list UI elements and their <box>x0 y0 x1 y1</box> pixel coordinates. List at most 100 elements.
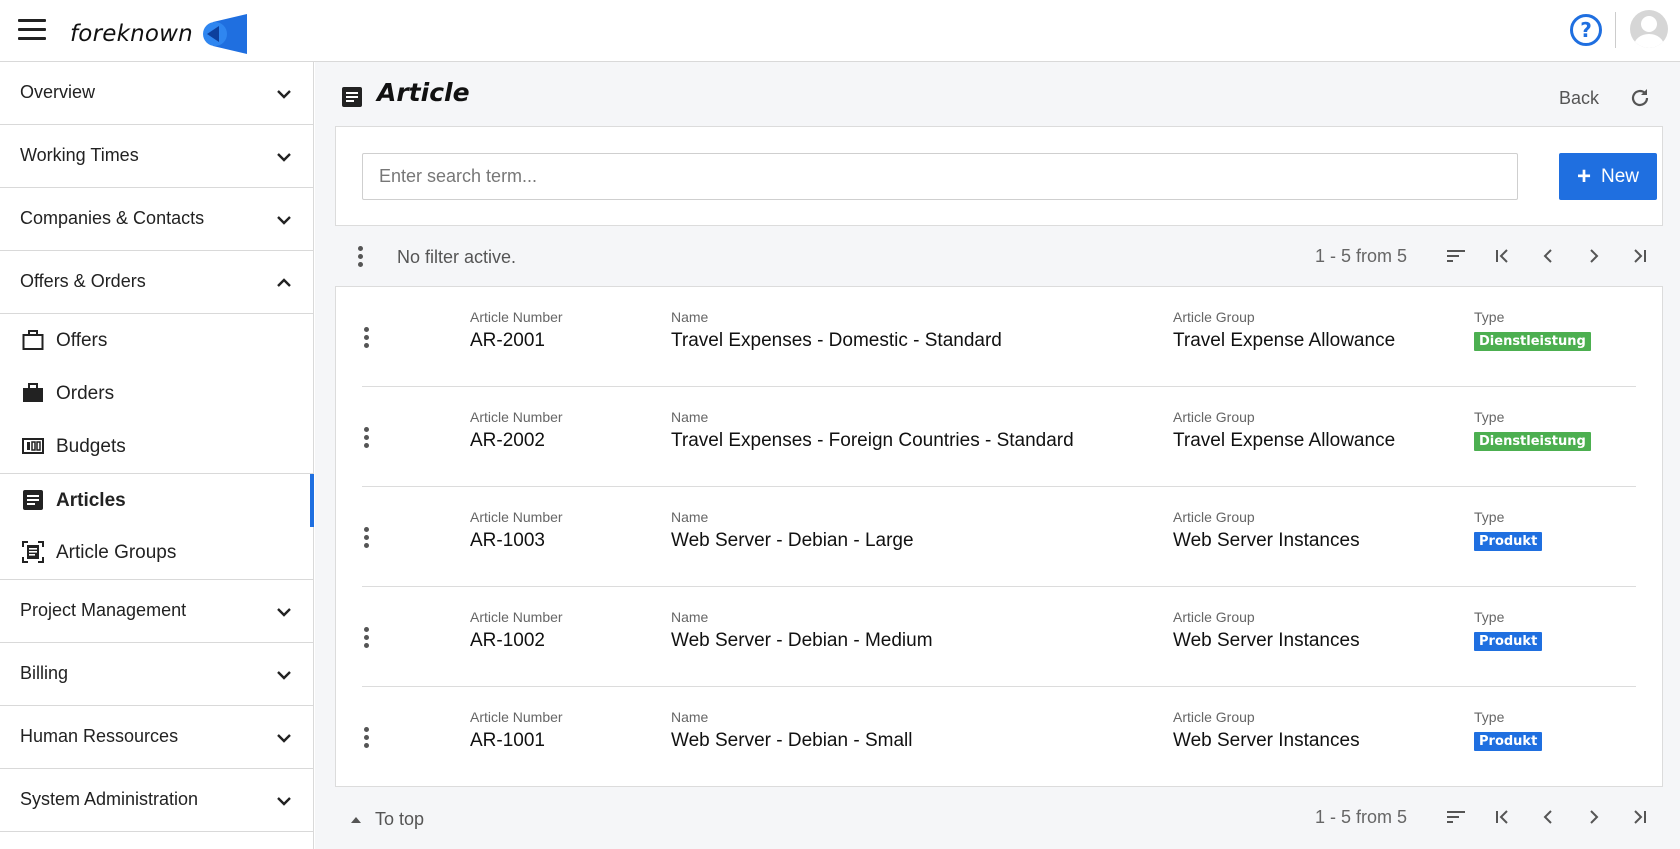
article-icon <box>23 490 43 510</box>
cell-article-number: Article Number AR-1001 <box>470 709 563 752</box>
sidebar-section-label: Project Management <box>20 600 187 620</box>
sidebar-section-billing[interactable]: Billing <box>0 643 313 706</box>
sidebar-section-system-administration[interactable]: System Administration <box>0 769 313 832</box>
filter-menu-icon[interactable] <box>358 246 364 270</box>
cell-article-group: Article Group Web Server Instances <box>1173 509 1360 552</box>
type-badge: Dienstleistung <box>1474 332 1591 351</box>
sidebar-item-article-groups[interactable]: Article Groups <box>0 526 313 579</box>
sidebar-item-label: Articles <box>56 490 126 511</box>
cell-article-number: Article Number AR-1003 <box>470 509 563 552</box>
table-row[interactable]: Article Number AR-2001 Name Travel Expen… <box>362 287 1636 387</box>
menu-icon[interactable] <box>18 19 46 41</box>
type-badge: Produkt <box>1474 632 1543 651</box>
brand-name: foreknown <box>70 21 193 47</box>
row-menu-icon[interactable] <box>364 627 370 651</box>
sidebar-section-label: Human Ressources <box>20 726 179 746</box>
article-number: AR-1001 <box>470 730 545 751</box>
sidebar-section-label: Billing <box>20 663 69 683</box>
column-caption: Name <box>671 609 709 625</box>
cell-name: Name Web Server - Debian - Medium <box>671 609 933 652</box>
last-page-icon[interactable] <box>1628 805 1652 829</box>
table-row[interactable]: Article Number AR-1003 Name Web Server -… <box>362 487 1636 587</box>
row-menu-icon[interactable] <box>364 527 370 551</box>
row-menu-icon[interactable] <box>364 727 370 751</box>
first-page-icon[interactable] <box>1490 244 1514 268</box>
article-list: Article Number AR-2001 Name Travel Expen… <box>335 286 1663 787</box>
search-input[interactable] <box>362 153 1518 200</box>
previous-page-icon[interactable] <box>1536 805 1560 829</box>
sidebar-section-label: Working Times <box>20 145 139 165</box>
main-content: Article Back + New No filter active. 1 -… <box>315 62 1680 849</box>
sort-icon[interactable] <box>1444 805 1468 829</box>
column-caption: Article Group <box>1173 409 1255 425</box>
brand[interactable]: foreknown <box>70 14 249 54</box>
cell-name: Name Web Server - Debian - Large <box>671 509 914 552</box>
cell-article-number: Article Number AR-1002 <box>470 609 563 652</box>
chevron-down-icon <box>277 608 291 617</box>
type-badge: Dienstleistung <box>1474 432 1591 451</box>
sidebar-item-articles[interactable]: Articles <box>0 473 314 527</box>
sidebar-section-label: Offers & Orders <box>20 271 146 291</box>
sidebar-section-overview[interactable]: Overview <box>0 62 313 125</box>
row-menu-icon[interactable] <box>364 427 370 451</box>
article-name: Web Server - Debian - Small <box>671 730 913 751</box>
pager-bottom: 1 - 5 from 5 <box>1315 801 1663 833</box>
table-row[interactable]: Article Number AR-1001 Name Web Server -… <box>362 687 1636 787</box>
sidebar-item-label: Orders <box>56 383 115 404</box>
cell-type: Type Produkt <box>1474 709 1543 751</box>
sidebar-section-label: Overview <box>20 82 96 102</box>
article-group: Travel Expense Allowance <box>1173 430 1396 451</box>
cell-article-group: Article Group Travel Expense Allowance <box>1173 409 1395 452</box>
page-header: Article Back <box>315 62 1680 126</box>
sidebar-section-working-times[interactable]: Working Times <box>0 125 313 188</box>
article-group: Travel Expense Allowance <box>1173 330 1396 351</box>
sort-icon[interactable] <box>1444 244 1468 268</box>
sidebar-item-label: Offers <box>56 330 108 351</box>
cell-type: Type Dienstleistung <box>1474 409 1591 451</box>
back-button[interactable]: Back <box>1559 88 1599 109</box>
column-caption: Type <box>1474 509 1505 525</box>
sidebar-section-offers-orders[interactable]: Offers & Orders <box>0 251 313 314</box>
sidebar-item-label: Article Groups <box>56 542 177 563</box>
column-caption: Type <box>1474 609 1505 625</box>
article-icon <box>342 87 362 107</box>
next-page-icon[interactable] <box>1582 244 1606 268</box>
first-page-icon[interactable] <box>1490 805 1514 829</box>
chevron-down-icon <box>277 797 291 806</box>
last-page-icon[interactable] <box>1628 244 1652 268</box>
chevron-down-icon <box>277 216 291 225</box>
help-icon[interactable]: ? <box>1570 14 1602 46</box>
divider <box>1615 12 1616 48</box>
new-button-label: New <box>1601 165 1640 187</box>
column-caption: Article Number <box>470 309 563 325</box>
table-row[interactable]: Article Number AR-2002 Name Travel Expen… <box>362 387 1636 487</box>
sidebar-item-budgets[interactable]: Budgets <box>0 420 313 473</box>
cell-article-number: Article Number AR-2002 <box>470 409 563 452</box>
sidebar-section-companies-contacts[interactable]: Companies & Contacts <box>0 188 313 251</box>
article-number: AR-2001 <box>470 330 545 351</box>
refresh-icon[interactable] <box>1628 86 1652 110</box>
next-page-icon[interactable] <box>1582 805 1606 829</box>
sidebar-section-project-management[interactable]: Project Management <box>0 580 313 643</box>
filter-status: No filter active. <box>397 247 517 267</box>
previous-page-icon[interactable] <box>1536 244 1560 268</box>
cell-type: Type Produkt <box>1474 509 1543 551</box>
chevron-down-icon <box>277 153 291 162</box>
column-caption: Type <box>1474 409 1505 425</box>
sidebar-item-offers[interactable]: Offers <box>0 314 313 367</box>
sidebar-item-orders[interactable]: Orders <box>0 367 313 420</box>
article-group-icon <box>22 541 44 563</box>
article-group: Web Server Instances <box>1173 630 1360 651</box>
chevron-up-icon <box>277 278 291 287</box>
avatar[interactable] <box>1630 10 1668 48</box>
to-top-button[interactable]: To top <box>351 809 424 830</box>
column-caption: Name <box>671 709 709 725</box>
new-button[interactable]: + New <box>1559 153 1657 200</box>
column-caption: Name <box>671 509 709 525</box>
sidebar-subgroup-offers-orders: Offers Orders Budgets Articles Article G… <box>0 314 314 580</box>
row-menu-icon[interactable] <box>364 327 370 351</box>
cell-article-group: Article Group Travel Expense Allowance <box>1173 309 1395 352</box>
sidebar-section-human-ressources[interactable]: Human Ressources <box>0 706 313 769</box>
table-row[interactable]: Article Number AR-1002 Name Web Server -… <box>362 587 1636 687</box>
filter-bar: No filter active. 1 - 5 from 5 <box>335 226 1663 286</box>
